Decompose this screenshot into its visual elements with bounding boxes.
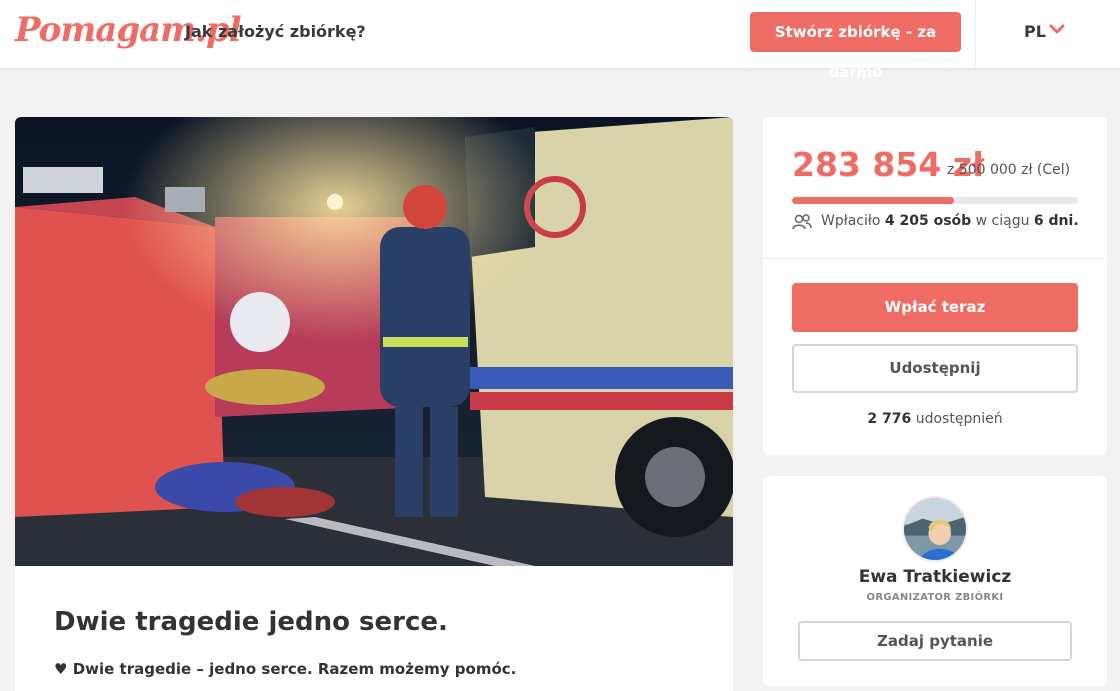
shares-label: udostępnień [915, 411, 1003, 427]
donors-days: 6 dni. [1033, 213, 1079, 229]
campaign-subtitle: ♥ Dwie tragedie – jedno serce. Razem moż… [54, 660, 516, 678]
black-heart-icon: ♥ [54, 660, 68, 678]
donors-prefix: Wpłaciło [821, 213, 881, 229]
ask-question-button[interactable]: Zadaj pytanie [798, 621, 1072, 661]
chevron-down-icon[interactable] [1048, 20, 1066, 38]
shares-summary: 2 776 udostępnień [763, 411, 1107, 427]
language-selector[interactable]: PL [1024, 22, 1046, 41]
donors-count: 4 205 osób [884, 213, 972, 229]
divider [763, 258, 1107, 259]
donors-mid: w ciągu [975, 213, 1030, 229]
people-icon [792, 214, 812, 230]
donors-summary: Wpłaciło 4 205 osób w ciągu 6 dni. [821, 213, 1079, 229]
avatar[interactable] [902, 496, 968, 562]
campaign-card: Dwie tragedie jedno serce. ♥ Dwie traged… [15, 117, 733, 691]
organizer-card: Ewa Tratkiewicz ORGANIZATOR ZBIÓRKI Zada… [763, 476, 1107, 686]
create-fundraiser-button[interactable]: Stwórz zbiórkę - za darmo [750, 12, 961, 81]
organizer-role: ORGANIZATOR ZBIÓRKI [866, 592, 1004, 603]
subtitle-text: Dwie tragedie – jedno serce. Razem możem… [72, 660, 517, 678]
top-navbar: Pomagam.pl Jak założyć zbiórkę? Stwórz z… [0, 0, 1120, 81]
how-to-create-link[interactable]: Jak założyć zbiórkę? [185, 22, 366, 41]
donation-card: 283 854 zł z 500 000 zł (Cel) Wpłaciło 4… [763, 117, 1107, 455]
progress-bar [792, 197, 1078, 204]
hero-image [15, 117, 733, 566]
pay-now-button[interactable]: Wpłać teraz [792, 283, 1078, 332]
progress-fill [792, 197, 955, 204]
goal-amount: z 500 000 zł (Cel) [947, 162, 1071, 178]
campaign-title: Dwie tragedie jedno serce. [54, 607, 448, 637]
divider [975, 0, 976, 68]
organizer-name[interactable]: Ewa Tratkiewicz [763, 567, 1107, 587]
share-button[interactable]: Udostępnij [792, 344, 1078, 393]
shares-count: 2 776 [867, 411, 912, 427]
